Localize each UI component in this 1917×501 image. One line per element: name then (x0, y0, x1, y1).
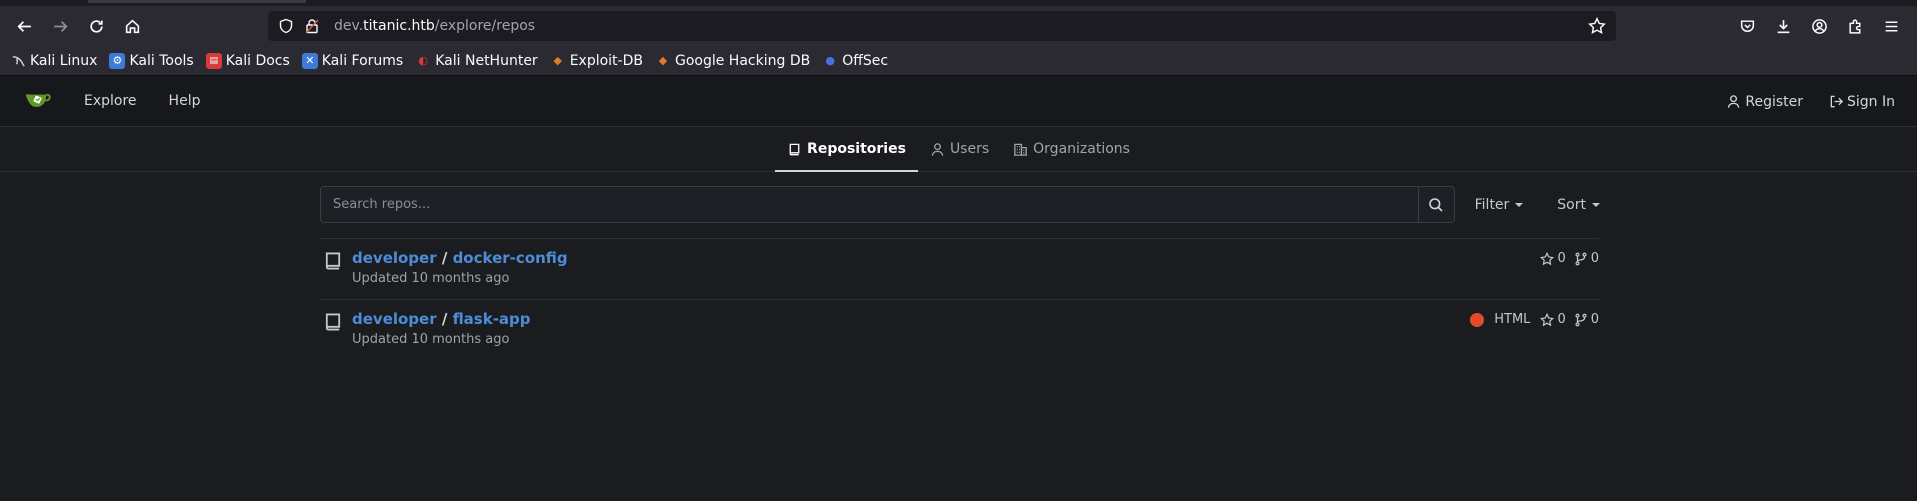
bookmark-star-icon[interactable] (1588, 16, 1606, 35)
language-color-dot (1470, 312, 1485, 327)
repo-updated: Updated 10 months ago (352, 271, 510, 286)
repo-title: developer / docker-config (352, 249, 568, 267)
repo-forks[interactable]: 0 (1574, 251, 1599, 266)
filter-dropdown[interactable]: Filter (1475, 197, 1524, 213)
search-button[interactable] (1418, 186, 1455, 223)
repo-stars[interactable]: 0 (1540, 312, 1566, 327)
gitea-logo-icon[interactable] (22, 85, 54, 117)
repo-stats: 0 0 (1532, 251, 1599, 266)
caret-down-icon (1592, 202, 1600, 207)
repo-owner-link[interactable]: developer (352, 310, 437, 328)
person-icon (931, 142, 944, 156)
search-row: Filter Sort (320, 186, 1600, 223)
star-icon (1540, 312, 1555, 326)
repo-list: developer / docker-config Updated 10 mon… (320, 238, 1599, 361)
repo-item: developer / docker-config Updated 10 mon… (320, 239, 1599, 300)
repo-owner-link[interactable]: developer (352, 249, 437, 267)
nav-help[interactable]: Help (169, 93, 201, 109)
star-icon (1540, 251, 1555, 265)
sort-dropdown[interactable]: Sort (1557, 197, 1600, 213)
repo-icon (325, 313, 341, 331)
tab-organizations[interactable]: Organizations (1001, 127, 1142, 171)
bookmark-kali-docs[interactable]: ▤ Kali Docs (205, 52, 290, 69)
repo-icon (325, 252, 341, 270)
kali-dragon-icon (10, 53, 26, 69)
ghdb-icon: ◆ (658, 54, 668, 67)
kali-forums-icon: ✕ (301, 52, 318, 69)
organization-icon (1014, 143, 1028, 156)
repo-language: HTML (1494, 312, 1531, 327)
sign-in-link[interactable]: Sign In (1829, 94, 1895, 110)
browser-active-tab[interactable] (88, 0, 306, 3)
home-button[interactable] (116, 10, 148, 42)
bookmark-offsec[interactable]: ● OffSec (822, 53, 888, 69)
hamburger-icon (1885, 20, 1897, 32)
kali-tools-icon: ⚙ (109, 52, 126, 69)
reload-button[interactable] (80, 10, 112, 42)
person-add-icon (1728, 95, 1740, 108)
kali-docs-icon: ▤ (205, 52, 222, 69)
repo-item: developer / flask-app Updated 10 months … (320, 300, 1599, 361)
url-bar[interactable]: dev.titanic.htb/explore/repos (268, 11, 1616, 41)
download-icon (1777, 19, 1789, 33)
shield-icon[interactable] (278, 17, 296, 35)
reload-icon (89, 19, 103, 33)
pocket-icon (1740, 19, 1754, 32)
search-repos-input[interactable] (320, 186, 1419, 223)
explore-container: Filter Sort developer / docker-config Up… (320, 186, 1600, 361)
bookmark-exploit-db[interactable]: ◆ Exploit-DB (550, 53, 643, 69)
sign-in-icon (1830, 95, 1844, 108)
lock-warning-icon[interactable] (304, 17, 322, 35)
puzzle-icon (1848, 18, 1860, 34)
nethunter-icon: ◐ (418, 54, 429, 67)
repo-icon (789, 143, 800, 155)
exploitdb-icon: ◆ (553, 54, 562, 67)
tab-users[interactable]: Users (918, 127, 1001, 171)
header-auth-links: Register Sign In (1701, 76, 1895, 127)
bookmark-kali-nethunter[interactable]: ◐ Kali NetHunter (415, 53, 537, 69)
fork-icon (1575, 313, 1587, 326)
fork-icon (1575, 252, 1587, 265)
bookmarks-toolbar: Kali Linux ⚙ Kali Tools ▤ Kali Docs ✕ Ka… (0, 46, 1917, 76)
arrow-right-icon (53, 20, 68, 32)
repo-name-link[interactable]: flask-app (453, 310, 531, 328)
repo-separator: / (441, 249, 453, 267)
repo-stats: HTML 0 0 (1470, 312, 1599, 327)
tab-repositories[interactable]: Repositories (775, 127, 918, 172)
register-link[interactable]: Register (1727, 94, 1803, 110)
bookmark-google-hacking-db[interactable]: ◆ Google Hacking DB (655, 53, 810, 69)
account-icon (1811, 18, 1827, 34)
menu-button[interactable] (1875, 10, 1907, 42)
nav-explore[interactable]: Explore (84, 93, 137, 109)
pocket-button[interactable] (1731, 10, 1763, 42)
caret-down-icon (1515, 202, 1524, 207)
bookmark-kali-tools[interactable]: ⚙ Kali Tools (109, 52, 194, 69)
home-icon (125, 19, 139, 33)
offsec-icon: ● (825, 54, 835, 67)
url-text: dev.titanic.htb/explore/repos (334, 18, 536, 34)
site-header: Explore Help Register Sign In (0, 76, 1917, 127)
explore-tabs: Repositories Users Organizations (0, 127, 1917, 172)
back-button[interactable] (8, 10, 40, 42)
repo-forks[interactable]: 0 (1574, 312, 1599, 327)
repo-title: developer / flask-app (352, 310, 531, 328)
browser-toolbar-right (1729, 10, 1909, 42)
repo-name-link[interactable]: docker-config (453, 249, 568, 267)
search-icon (1429, 197, 1443, 212)
extensions-button[interactable] (1839, 10, 1871, 42)
bookmark-kali-linux[interactable]: Kali Linux (10, 53, 97, 69)
browser-navbar: dev.titanic.htb/explore/repos (0, 6, 1917, 46)
forward-button[interactable] (44, 10, 76, 42)
downloads-button[interactable] (1767, 10, 1799, 42)
account-button[interactable] (1803, 10, 1835, 42)
bookmark-kali-forums[interactable]: ✕ Kali Forums (301, 52, 403, 69)
repo-updated: Updated 10 months ago (352, 332, 510, 347)
repo-stars[interactable]: 0 (1540, 251, 1566, 266)
repo-separator: / (441, 310, 453, 328)
arrow-left-icon (16, 20, 31, 32)
